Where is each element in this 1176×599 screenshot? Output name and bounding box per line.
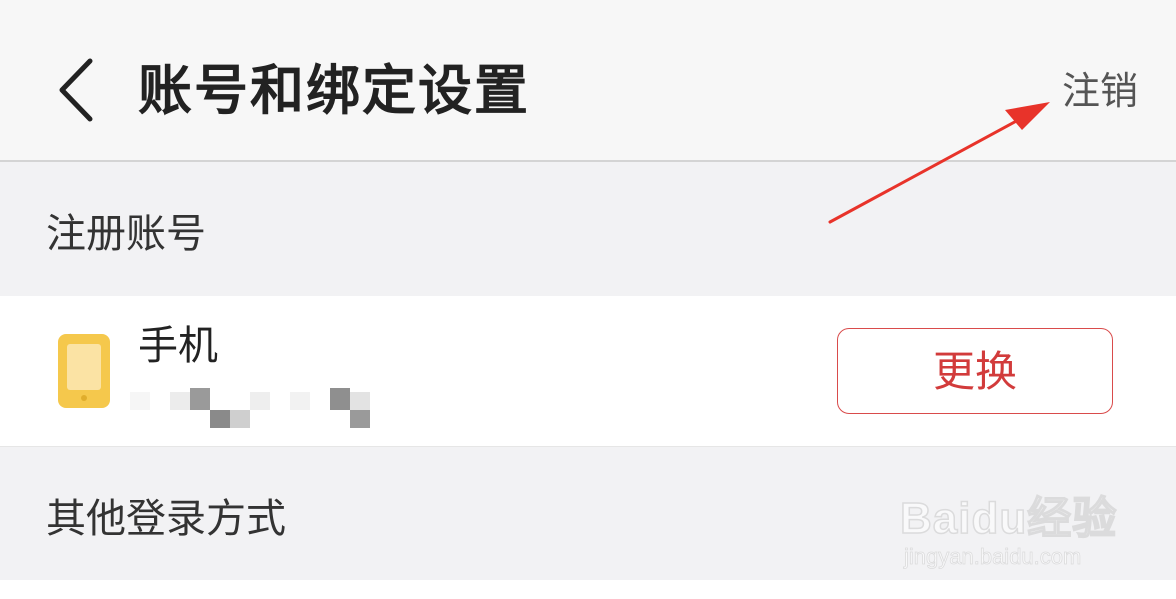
section-label: 其他登录方式 [46, 496, 286, 542]
phone-icon [58, 334, 110, 408]
change-phone-button[interactable]: 更换 [837, 328, 1113, 414]
phone-label: 手机 [138, 323, 218, 369]
watermark-logo: Baidu经验 [899, 493, 1118, 544]
list-row-partial [0, 580, 1176, 599]
baidu-jingyan-watermark: Baidu经验 jingyan.baidu.com [899, 468, 1160, 578]
page-title: 账号和绑定设置 [138, 59, 530, 122]
logout-button[interactable]: 注销 [1062, 66, 1138, 116]
phone-binding-row: 手机 更换 [0, 296, 1176, 447]
back-arrow-icon[interactable] [50, 55, 110, 125]
watermark-url: jingyan.baidu.com [904, 544, 1082, 570]
top-bar: 账号和绑定设置 注销 [0, 0, 1176, 162]
masked-phone-number [130, 388, 370, 428]
section-label: 注册账号 [46, 211, 206, 257]
section-registered-account: 注册账号 [0, 162, 1176, 296]
